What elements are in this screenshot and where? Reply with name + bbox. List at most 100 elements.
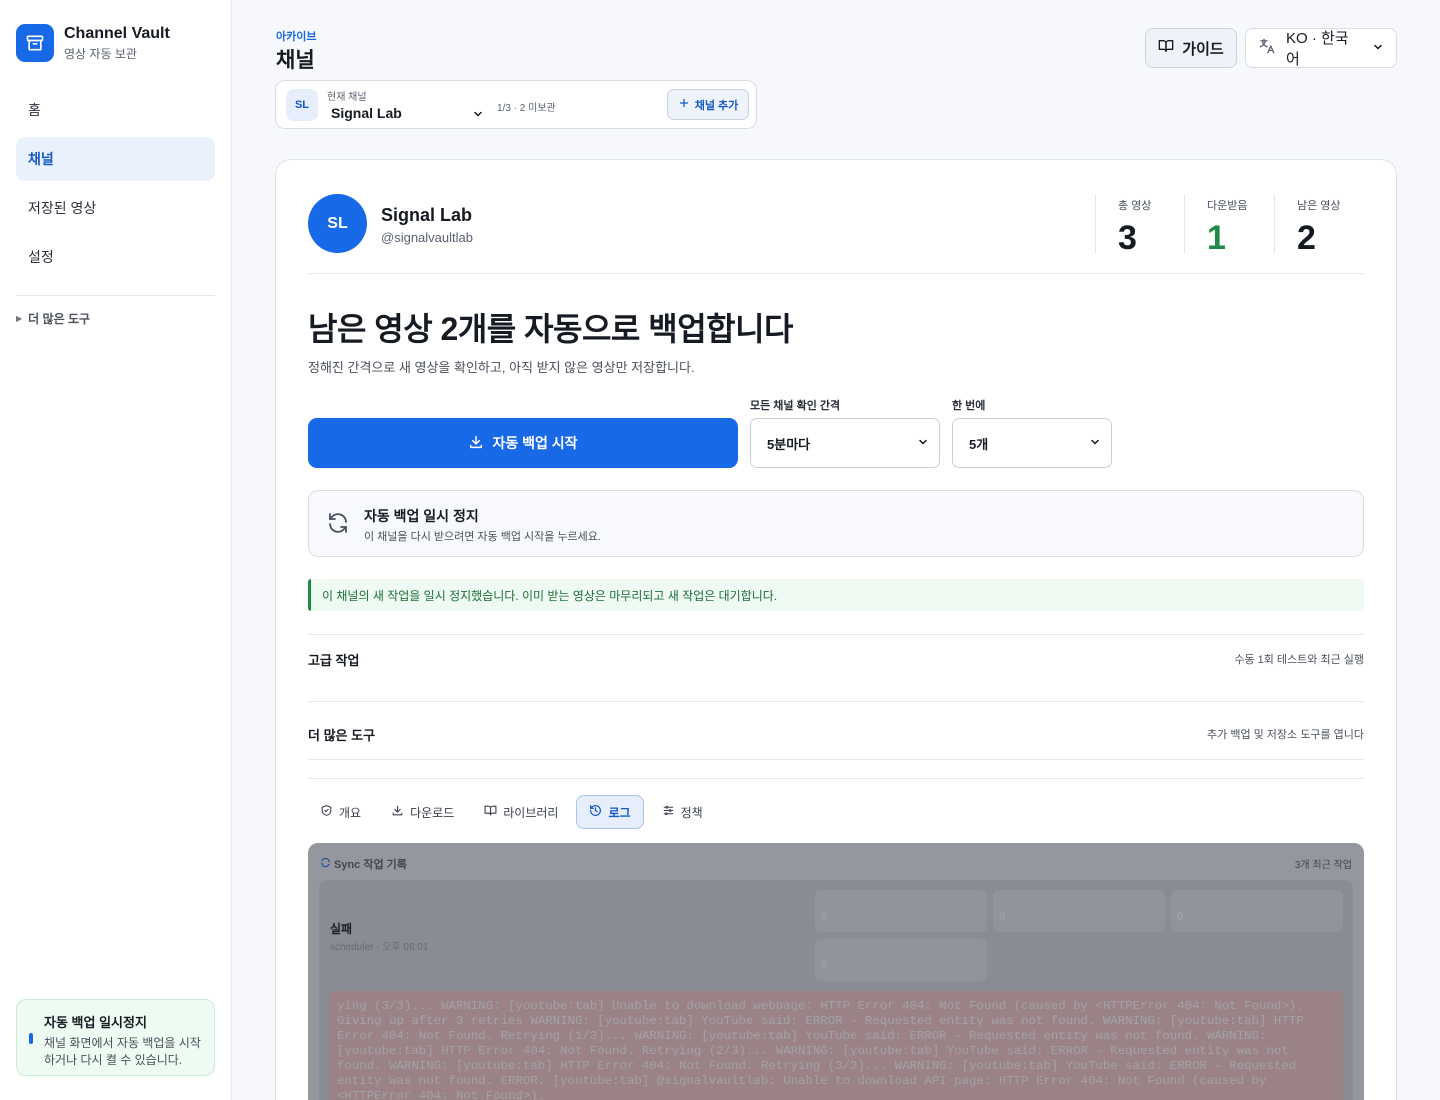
book-icon bbox=[484, 804, 497, 820]
tab-logs[interactable]: 로그 bbox=[576, 795, 644, 829]
entry-status: 실패 bbox=[330, 922, 353, 936]
divider bbox=[308, 778, 1364, 779]
channel-selector-name: Signal Lab bbox=[331, 105, 402, 121]
chevron-down-icon[interactable] bbox=[472, 107, 484, 125]
tab-label: 개요 bbox=[339, 805, 362, 820]
plus-icon bbox=[678, 97, 690, 112]
status-description: 채널 화면에서 자동 백업을 시작하거나 다시 켤 수 있습니다. bbox=[44, 1036, 201, 1067]
advanced-tasks-title[interactable]: 고급 작업 bbox=[308, 650, 359, 669]
tab-label: 다운로드 bbox=[410, 805, 455, 820]
stat-value: 3 bbox=[1118, 219, 1137, 257]
log-header: Sync 작업 기록 bbox=[320, 856, 407, 872]
channel-avatar: SL bbox=[308, 194, 367, 253]
tab-library[interactable]: 라이브러리 bbox=[472, 795, 570, 829]
tab-overview[interactable]: 개요 bbox=[308, 795, 373, 829]
sidebar: Channel Vault 영상 자동 보관 홈 채널 저장된 영상 설정 ▶ … bbox=[0, 0, 232, 1100]
book-icon bbox=[1158, 38, 1174, 58]
log-title: Sync 작업 기록 bbox=[334, 859, 407, 871]
page-title: 채널 bbox=[276, 49, 315, 72]
tab-download[interactable]: 다운로드 bbox=[379, 795, 466, 829]
metric-value: 0 bbox=[999, 911, 1006, 923]
channel-count: 1/3 · 2 미보관 bbox=[497, 103, 556, 114]
divider bbox=[308, 759, 1364, 760]
interval-select[interactable]: 5분마다 bbox=[750, 418, 940, 468]
metric-box: 0 bbox=[993, 890, 1165, 932]
add-channel-label: 채널 추가 bbox=[694, 99, 739, 112]
metric-value: 0 bbox=[821, 911, 828, 923]
guide-label: 가이드 bbox=[1182, 40, 1224, 58]
pause-notice: 이 채널의 새 작업을 일시 정지했습니다. 이미 받는 영상은 마무리되고 새… bbox=[308, 579, 1364, 611]
tab-label: 로그 bbox=[608, 805, 631, 820]
stat-label: 남은 영상 bbox=[1297, 200, 1341, 212]
channel-name: Signal Lab bbox=[381, 205, 473, 225]
interval-label: 모든 채널 확인 간격 bbox=[750, 400, 841, 412]
entry-meta: scheduler · 오후 08:01 bbox=[330, 942, 429, 953]
interval-value: 5분마다 bbox=[767, 436, 811, 452]
log-count: 3개 최근 작업 bbox=[1294, 860, 1352, 871]
paused-panel: 자동 백업 일시 정지 이 채널을 다시 받으려면 자동 백업 시작을 누르세요… bbox=[308, 490, 1364, 557]
channel-selector[interactable]: SL 현재 채널 Signal Lab 1/3 · 2 미보관 채널 추가 bbox=[275, 80, 757, 129]
channel-badge: SL bbox=[286, 89, 318, 121]
batch-label: 한 번에 bbox=[952, 400, 986, 412]
backup-subline: 정해진 간격으로 새 영상을 확인하고, 아직 받지 않은 영상만 저장합니다. bbox=[308, 360, 695, 375]
chevron-down-icon bbox=[917, 436, 929, 451]
status-card: 자동 백업 일시정지 채널 화면에서 자동 백업을 시작하거나 다시 켤 수 있… bbox=[16, 999, 215, 1076]
batch-value: 5개 bbox=[969, 436, 989, 452]
metric-value: 0 bbox=[821, 960, 828, 972]
sidebar-item-channels[interactable]: 채널 bbox=[16, 137, 215, 181]
sliders-icon bbox=[662, 804, 675, 820]
tab-label: 라이브러리 bbox=[503, 805, 559, 820]
stat-total-videos: 총 영상 3 bbox=[1095, 194, 1152, 257]
download-icon bbox=[391, 804, 404, 820]
history-icon bbox=[589, 804, 602, 820]
backup-headline: 남은 영상 2개를 자동으로 백업합니다 bbox=[308, 311, 793, 347]
sidebar-item-settings[interactable]: 설정 bbox=[16, 235, 215, 279]
paused-description: 이 채널을 다시 받으려면 자동 백업 시작을 누르세요. bbox=[364, 531, 601, 543]
chevron-down-icon bbox=[1089, 436, 1101, 451]
stat-remaining: 남은 영상 2 bbox=[1274, 194, 1341, 257]
sidebar-nav: 홈 채널 저장된 영상 설정 bbox=[16, 88, 215, 284]
channel-card: SL Signal Lab @signalvaultlab 총 영상 3 다운받… bbox=[275, 159, 1397, 1100]
stat-label: 총 영상 bbox=[1118, 200, 1152, 212]
archive-icon bbox=[16, 24, 54, 62]
sidebar-more-tools-toggle[interactable]: ▶ 더 많은 도구 bbox=[16, 310, 90, 327]
stat-label: 다운받음 bbox=[1207, 200, 1248, 212]
start-auto-backup-button[interactable]: 자동 백업 시작 bbox=[308, 418, 738, 468]
guide-button[interactable]: 가이드 bbox=[1145, 28, 1237, 68]
batch-select[interactable]: 5개 bbox=[952, 418, 1112, 468]
language-select[interactable]: KO · 한국어 bbox=[1245, 28, 1397, 68]
stat-value: 2 bbox=[1297, 219, 1316, 257]
start-auto-backup-label: 자동 백업 시작 bbox=[492, 435, 578, 451]
brand-title: Channel Vault bbox=[64, 24, 170, 42]
channel-handle: @signalvaultlab bbox=[381, 230, 473, 245]
log-entry[interactable]: 실패 scheduler · 오후 08:01 0 0 0 0 ying (3/… bbox=[319, 880, 1353, 1100]
status-indicator bbox=[29, 1033, 33, 1044]
sidebar-item-saved-videos[interactable]: 저장된 영상 bbox=[16, 186, 215, 230]
tab-policy[interactable]: 정책 bbox=[650, 795, 715, 829]
add-channel-button[interactable]: 채널 추가 bbox=[667, 89, 749, 120]
channel-selector-label: 현재 채널 bbox=[327, 92, 367, 103]
paused-title: 자동 백업 일시 정지 bbox=[364, 508, 479, 524]
sync-icon bbox=[320, 857, 331, 871]
brand[interactable]: Channel Vault 영상 자동 보관 bbox=[16, 24, 170, 62]
divider bbox=[308, 273, 1364, 274]
breadcrumb[interactable]: 아카이브 bbox=[276, 28, 316, 44]
stat-value: 1 bbox=[1207, 219, 1226, 257]
stat-downloaded: 다운받음 1 bbox=[1184, 194, 1248, 257]
download-icon bbox=[468, 434, 484, 453]
more-tools-hint: 추가 백업 및 저장소 도구를 엽니다 bbox=[1207, 729, 1364, 741]
refresh-icon bbox=[326, 511, 350, 540]
tab-label: 정책 bbox=[680, 805, 703, 820]
shield-icon bbox=[320, 804, 333, 820]
more-tools-title[interactable]: 더 많은 도구 bbox=[308, 725, 375, 744]
triangle-right-icon: ▶ bbox=[16, 314, 23, 323]
translate-icon bbox=[1258, 37, 1276, 59]
divider bbox=[308, 701, 1364, 702]
status-title: 자동 백업 일시정지 bbox=[44, 1015, 147, 1030]
metric-box: 0 bbox=[815, 890, 987, 932]
sidebar-item-home[interactable]: 홈 bbox=[16, 88, 215, 132]
sidebar-more-tools-label: 더 많은 도구 bbox=[28, 312, 91, 326]
chevron-down-icon bbox=[1372, 40, 1384, 57]
advanced-tasks-hint: 수동 1회 테스트와 최근 실행 bbox=[1234, 654, 1364, 666]
metric-value: 0 bbox=[1177, 911, 1184, 923]
